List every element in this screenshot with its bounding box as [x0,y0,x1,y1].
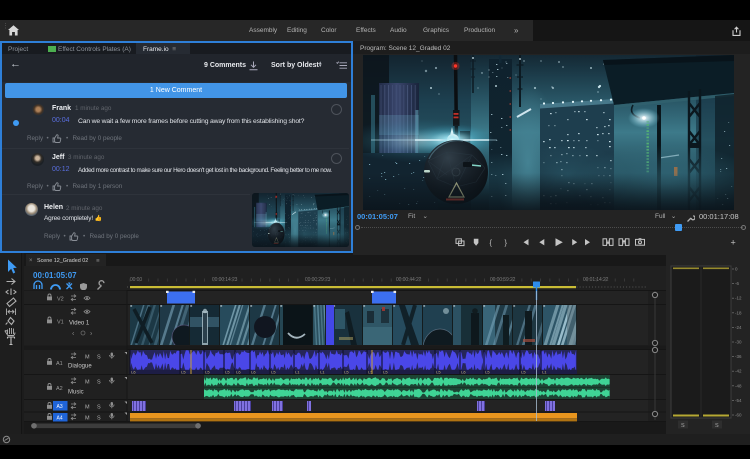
svg-text:V1: V1 [57,320,64,326]
svg-text:A4: A4 [57,416,63,422]
svg-text:A2: A2 [56,386,63,392]
svg-text:L5: L5 [205,370,210,375]
svg-text:≡: ≡ [96,259,100,265]
svg-text:L6: L6 [251,370,256,375]
svg-text:S: S [97,405,101,411]
svg-text:00:00:29:23: 00:00:29:23 [305,277,331,283]
svg-text:S: S [97,416,101,422]
svg-text:Dialogue: Dialogue [68,364,92,370]
svg-text:S: S [681,423,685,429]
svg-text:Scene 12_Graded 02: Scene 12_Graded 02 [37,258,88,264]
svg-text:S: S [715,423,719,429]
svg-text:00:00: 00:00 [130,277,142,283]
svg-text:00:00:14:23: 00:00:14:23 [212,277,238,283]
svg-text:L6: L6 [461,370,466,375]
svg-text:-36: -36 [735,354,742,359]
svg-text:L1: L1 [320,370,325,375]
svg-text:L1: L1 [295,370,300,375]
svg-text:L6: L6 [236,370,241,375]
svg-text:M: M [85,355,90,361]
svg-text:A3: A3 [57,404,63,410]
svg-text:M: M [85,380,90,386]
svg-text:L5: L5 [271,370,276,375]
svg-text:00:01:05:07: 00:01:05:07 [33,271,77,280]
svg-text:×: × [29,258,33,264]
svg-text:+: + [731,238,736,248]
svg-text:L5: L5 [383,370,388,375]
svg-text:}: } [505,238,508,247]
svg-text:-6: -6 [735,281,739,286]
svg-text:{: { [490,238,493,247]
svg-text:-48: -48 [735,383,742,388]
svg-text:-42: -42 [735,369,742,374]
svg-text:M: M [85,405,90,411]
svg-text:V2: V2 [57,297,64,303]
svg-text:-18: -18 [735,310,742,315]
svg-text:L5: L5 [485,370,490,375]
svg-text:Music: Music [68,390,84,396]
svg-text:L5: L5 [521,370,526,375]
svg-text:S: S [97,355,101,361]
svg-text:-54: -54 [735,398,742,403]
svg-text:L6: L6 [131,370,136,375]
svg-text:L5: L5 [181,370,186,375]
svg-text:-60: -60 [735,413,742,418]
svg-text:L1: L1 [542,370,547,375]
svg-text:L5: L5 [344,370,349,375]
svg-text:-30: -30 [735,340,742,345]
svg-text:L5: L5 [368,370,373,375]
svg-text:L5: L5 [225,370,230,375]
svg-text:Video 1: Video 1 [69,321,90,327]
svg-text:M: M [85,416,90,422]
svg-text:00:00:44:22: 00:00:44:22 [396,277,422,283]
svg-text:L5: L5 [436,370,441,375]
svg-text:S: S [97,380,101,386]
svg-text:-24: -24 [735,325,742,330]
svg-text:A1: A1 [56,361,63,367]
svg-text:-12: -12 [735,296,742,301]
